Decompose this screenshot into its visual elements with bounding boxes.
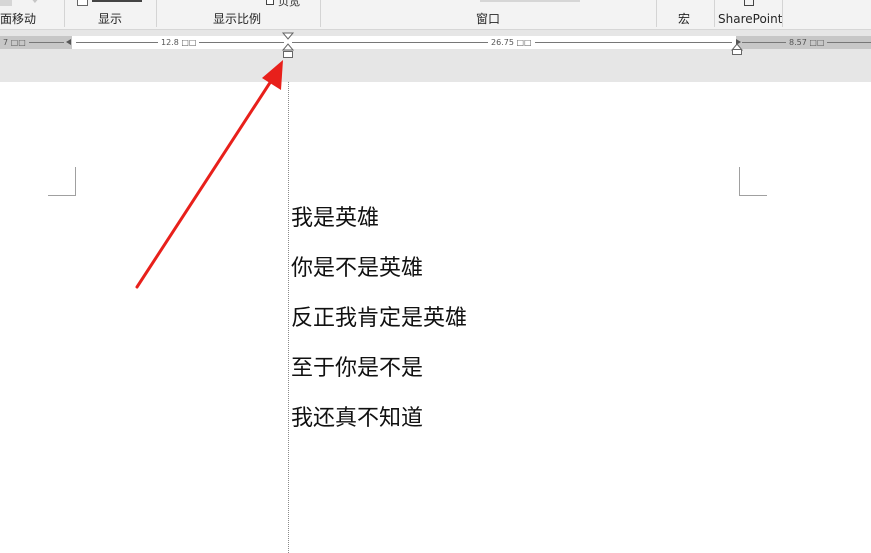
view-button-partial-icon[interactable] [0,0,12,6]
document-line[interactable]: 至于你是不是 [291,354,467,404]
left-tab-arrow-icon [66,39,71,45]
view-icon-partial[interactable]: ♥ [30,0,40,6]
top-left-margin-mark [48,167,76,196]
checkbox-icon[interactable] [77,0,88,6]
hanging-indent-marker [281,43,295,51]
left-indent-marker [283,51,293,58]
ribbon-group-page-movement: 面移动 [0,12,37,26]
first-line-indent-marker [281,32,295,40]
page-width-label[interactable]: 页宽 [278,0,300,8]
ribbon-group-sharepoint: SharePoint [718,12,783,26]
horizontal-ruler[interactable]: 7 □□ 12.8 □□ 26.75 □□ 8.57 □□ [0,30,871,82]
ribbon-group-zoom: 显示比例 [213,12,262,26]
sharepoint-icon[interactable] [744,0,754,6]
ribbon-group-show: 显示 [98,12,123,26]
page-width-icon[interactable] [266,0,274,5]
document-line[interactable]: 我还真不知道 [291,404,467,454]
document-line[interactable]: 你是不是英雄 [291,254,467,304]
document-body[interactable]: 我是英雄 你是不是英雄 反正我肯定是英雄 至于你是不是 我还真不知道 [291,204,467,454]
ribbon: ♥ 面移动 显示 页宽 显示比例 窗口 宏 SharePoint [0,0,871,30]
ribbon-separator [64,0,65,27]
top-right-margin-mark [739,167,767,196]
column-boundary-line [288,82,289,553]
ribbon-separator [656,0,657,27]
ribbon-separator [714,0,715,27]
document-line[interactable]: 我是英雄 [291,204,467,254]
ribbon-separator [782,0,783,27]
right-margin-handle [732,49,742,55]
ruler-markers [66,32,744,58]
document-page[interactable]: 我是英雄 你是不是英雄 反正我肯定是英雄 至于你是不是 我还真不知道 [0,82,871,553]
ribbon-group-window: 窗口 [476,12,501,26]
ribbon-group-macro: 宏 [678,12,691,26]
ribbon-separator [320,0,321,27]
window-items-faded [480,0,580,2]
ribbon-item-partial-bar[interactable] [92,0,142,2]
ribbon-separator [156,0,157,27]
document-line[interactable]: 反正我肯定是英雄 [291,304,467,354]
